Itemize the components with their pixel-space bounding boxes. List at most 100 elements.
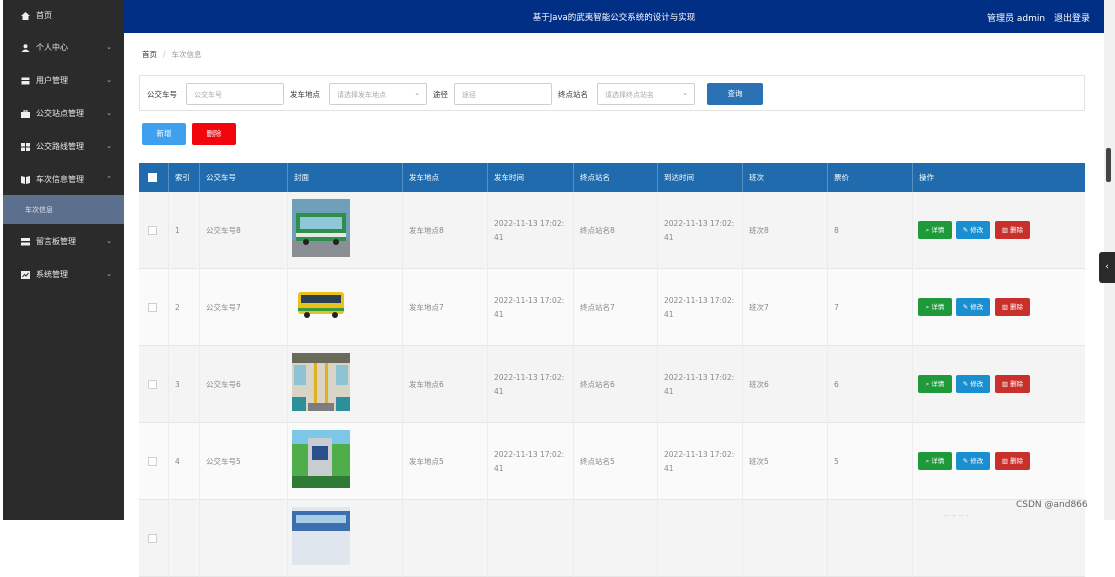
origin-placeholder: 请选择发车地点 bbox=[337, 91, 386, 99]
cover-image bbox=[292, 276, 350, 334]
grid-icon bbox=[21, 142, 30, 151]
cell-index: 3 bbox=[168, 346, 198, 423]
search-label-via: 途径 bbox=[433, 90, 448, 99]
column-header: 操作 bbox=[912, 163, 1085, 192]
row-checkbox[interactable] bbox=[148, 534, 157, 543]
edit-button[interactable]: ✎ 修改 bbox=[956, 221, 990, 239]
sidebar-item-stations[interactable]: 公交站点管理 ⌄ bbox=[3, 98, 124, 129]
row-checkbox[interactable] bbox=[148, 457, 157, 466]
cell-terminal: 终点站名8 bbox=[573, 192, 657, 269]
cover-image bbox=[292, 507, 350, 565]
cell-bus_no: 公交车号7 bbox=[199, 269, 287, 346]
watermark-faint: -- -- -- - bbox=[944, 512, 969, 520]
cell-depart: 2022-11-13 17:02: 41 bbox=[487, 269, 573, 346]
via-input[interactable]: 途径 bbox=[454, 83, 552, 105]
bus-no-input[interactable]: 公交车号 bbox=[186, 83, 284, 105]
search-label-terminal: 终点站名 bbox=[558, 90, 588, 99]
cell-price bbox=[827, 500, 912, 577]
chevron-down-icon: ⌄ bbox=[106, 43, 112, 51]
edit-button[interactable]: ✎ 修改 bbox=[956, 375, 990, 393]
column-header: 索引 bbox=[168, 163, 198, 192]
sidebar-item-messages[interactable]: 留言板管理 ⌄ bbox=[3, 226, 124, 257]
delete-button[interactable]: ▥ 删除 bbox=[995, 221, 1030, 239]
action-label: 修改 bbox=[970, 380, 984, 388]
detail-button[interactable]: ⌕ 详情 bbox=[918, 298, 952, 316]
action-label: 详情 bbox=[931, 226, 945, 234]
edit-button[interactable]: ✎ 修改 bbox=[956, 452, 990, 470]
table-header: 索引 公交车号 封面 发车地点 发车时间 终点站名 到达时间 班次 票价 操作 bbox=[139, 163, 1085, 192]
cell-bus_no bbox=[199, 500, 287, 577]
edit-button[interactable]: ✎ 修改 bbox=[956, 298, 990, 316]
action-label: 详情 bbox=[931, 457, 945, 465]
chevron-down-icon: ⌄ bbox=[414, 89, 420, 97]
chevron-up-icon: ⌃ bbox=[106, 175, 112, 183]
delete-button[interactable]: ▥ 删除 bbox=[995, 298, 1030, 316]
search-label-bus-no: 公交车号 bbox=[147, 90, 177, 99]
cell-index bbox=[168, 500, 198, 577]
sidebar-subitem-trip-info[interactable]: 车次信息 bbox=[3, 195, 124, 224]
cell-depart: 2022-11-13 17:02: 41 bbox=[487, 346, 573, 423]
cover-image bbox=[292, 430, 350, 488]
sidebar-item-routes[interactable]: 公交路线管理 ⌄ bbox=[3, 131, 124, 162]
chevron-down-icon: ⌄ bbox=[106, 270, 112, 278]
sidebar-item-users[interactable]: 用户管理 ⌄ bbox=[3, 65, 124, 96]
cell-origin: 发车地点5 bbox=[402, 423, 487, 500]
sidebar-subitem-label: 车次信息 bbox=[25, 205, 53, 214]
cell-shift bbox=[742, 500, 827, 577]
cell-arrive: 2022-11-13 17:02: 41 bbox=[657, 346, 741, 423]
delete-button[interactable]: ▥ 删除 bbox=[995, 452, 1030, 470]
cell-origin: 发车地点8 bbox=[402, 192, 487, 269]
sidebar-item-label: 首页 bbox=[36, 11, 52, 20]
row-checkbox[interactable] bbox=[148, 303, 157, 312]
cell-price: 7 bbox=[827, 269, 912, 346]
cell-terminal: 终点站名5 bbox=[573, 423, 657, 500]
column-header: 到达时间 bbox=[657, 163, 742, 192]
sidebar-item-label: 公交路线管理 bbox=[36, 142, 84, 151]
sidebar-item-label: 系统管理 bbox=[36, 270, 68, 279]
select-all-checkbox[interactable] bbox=[148, 173, 157, 182]
terminal-placeholder: 请选择终点站名 bbox=[605, 91, 654, 99]
column-header: 公交车号 bbox=[199, 163, 287, 192]
action-label: 删除 bbox=[1010, 380, 1024, 388]
chevron-down-icon: ⌄ bbox=[106, 237, 112, 245]
sidebar-item-label: 用户管理 bbox=[36, 76, 68, 85]
add-button[interactable]: 新增 bbox=[142, 123, 186, 145]
cell-index: 4 bbox=[168, 423, 198, 500]
cell-bus_no: 公交车号5 bbox=[199, 423, 287, 500]
row-checkbox[interactable] bbox=[148, 380, 157, 389]
sidebar-item-profile[interactable]: 个人中心 ⌄ bbox=[3, 32, 124, 63]
cell-depart bbox=[487, 500, 573, 577]
detail-button[interactable]: ⌕ 详情 bbox=[918, 375, 952, 393]
table-row: 3 公交车号6 发车地点6 2022-11-13 17:02: 41 终点站名6 2022-… bbox=[139, 346, 1085, 423]
breadcrumb-home[interactable]: 首页 bbox=[142, 50, 157, 59]
header-bar: 基于Java的武夷智能公交系统的设计与实现 管理员 admin 退出登录 bbox=[124, 0, 1104, 33]
panel-handle-chevron-left-icon[interactable]: ‹ bbox=[1099, 252, 1115, 283]
sidebar-item-home[interactable]: 首页 bbox=[3, 0, 124, 31]
trash-icon: ▥ bbox=[1001, 303, 1011, 311]
trash-icon: ▥ bbox=[1001, 226, 1011, 234]
delete-button[interactable]: ▥ 删除 bbox=[995, 375, 1030, 393]
logout-link[interactable]: 退出登录 bbox=[1054, 14, 1090, 24]
origin-select[interactable]: 请选择发车地点 ⌄ bbox=[329, 83, 427, 105]
cell-terminal: 终点站名7 bbox=[573, 269, 657, 346]
cell-shift: 班次6 bbox=[742, 346, 827, 423]
action-label: 详情 bbox=[931, 303, 945, 311]
query-button[interactable]: 查询 bbox=[707, 83, 763, 105]
terminal-select[interactable]: 请选择终点站名 ⌄ bbox=[597, 83, 695, 105]
sidebar-item-system[interactable]: 系统管理 ⌄ bbox=[3, 259, 124, 290]
cell-arrive: 2022-11-13 17:02: 41 bbox=[657, 192, 741, 269]
scrollbar-thumb[interactable] bbox=[1106, 148, 1111, 182]
user-icon bbox=[21, 43, 30, 52]
chevron-down-icon: ⌄ bbox=[106, 142, 112, 150]
bus-no-placeholder: 公交车号 bbox=[194, 91, 222, 99]
detail-button[interactable]: ⌕ 详情 bbox=[918, 221, 952, 239]
chevron-down-icon: ⌄ bbox=[682, 89, 688, 97]
cell-depart: 2022-11-13 17:02: 41 bbox=[487, 423, 573, 500]
batch-delete-button[interactable]: 删除 bbox=[192, 123, 236, 145]
home-icon bbox=[21, 11, 30, 20]
detail-button[interactable]: ⌕ 详情 bbox=[918, 452, 952, 470]
row-checkbox[interactable] bbox=[148, 226, 157, 235]
cell-terminal bbox=[573, 500, 657, 577]
bookmark-icon bbox=[21, 175, 30, 184]
sidebar-item-trips[interactable]: 车次信息管理 ⌃ bbox=[3, 164, 124, 195]
